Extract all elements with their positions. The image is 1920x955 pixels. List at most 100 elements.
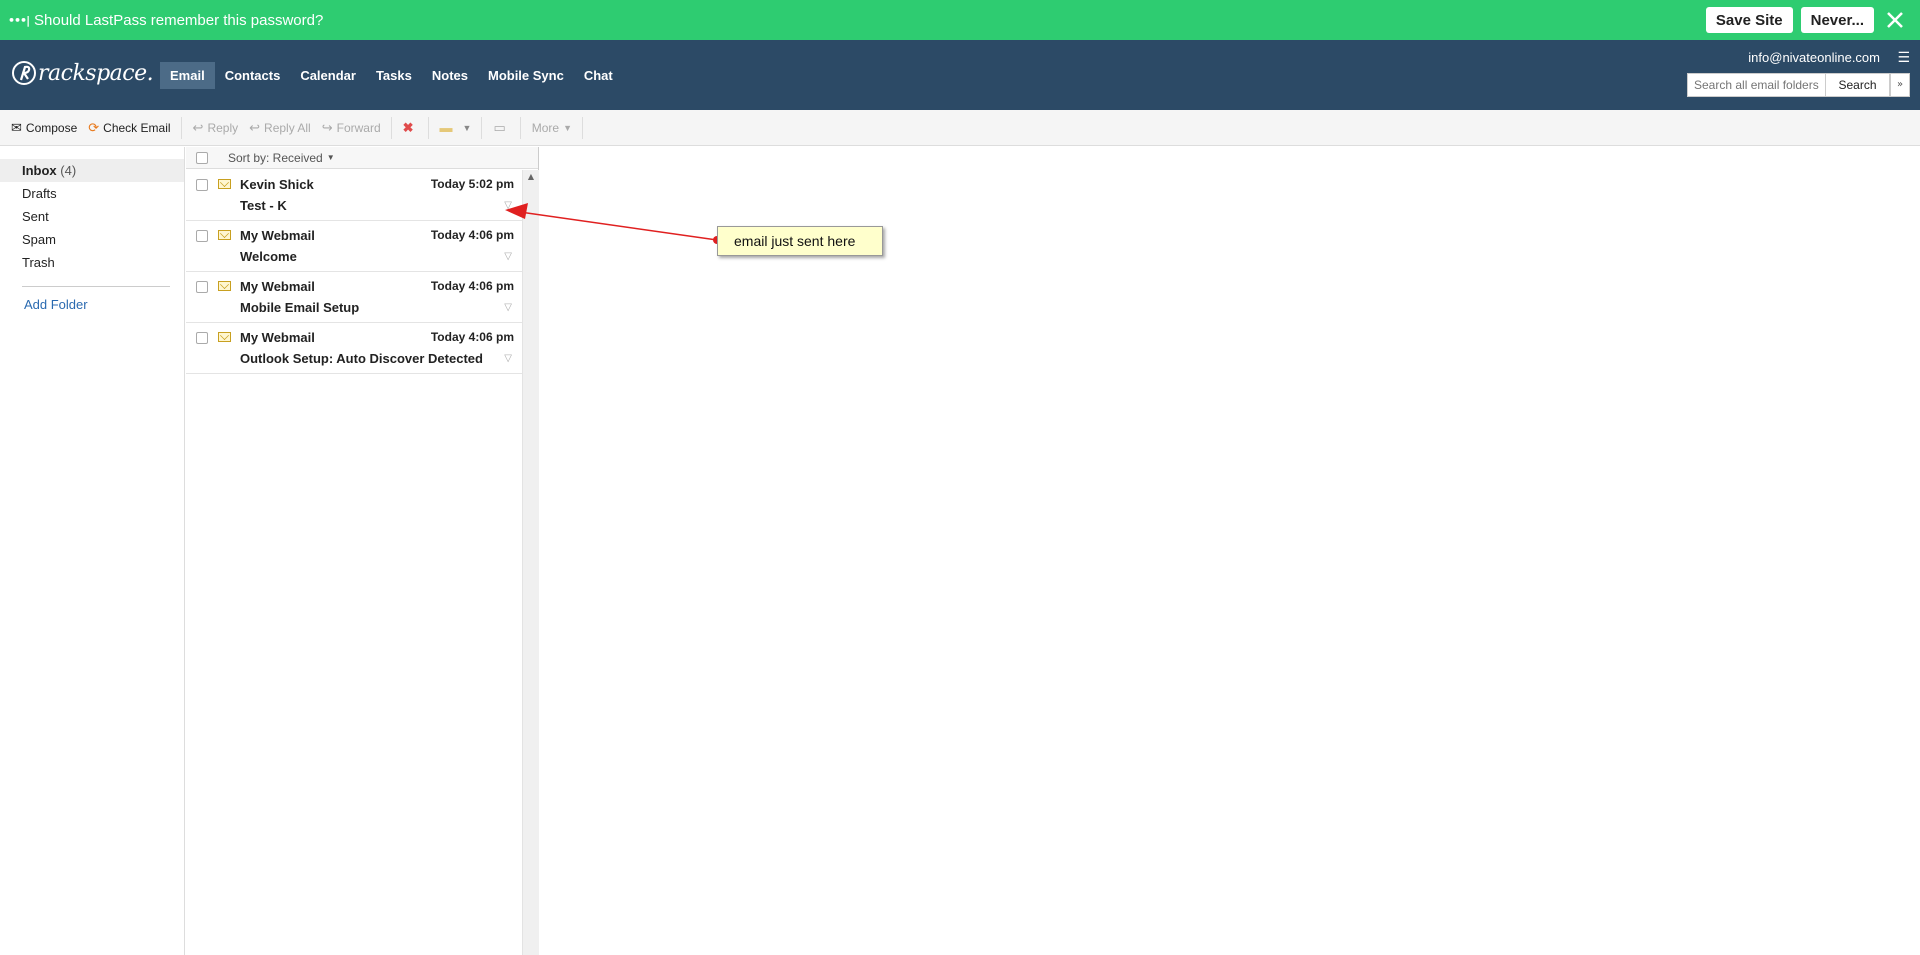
lastpass-prompt: Should LastPass remember this password?: [34, 11, 324, 29]
toolbar-divider: [519, 116, 521, 139]
message-checkbox[interactable]: [196, 281, 208, 293]
message-time: Today 5:02 pm: [430, 177, 514, 191]
folder-spam[interactable]: Spam: [0, 228, 184, 251]
envelope-icon: ✉: [11, 119, 22, 135]
reply-button[interactable]: ↩ Reply: [193, 120, 239, 136]
unread-envelope-icon: [218, 281, 231, 291]
list-header: Sort by: Received ▼: [186, 147, 538, 169]
search-button[interactable]: Search: [1825, 73, 1890, 97]
folder-label: Inbox: [22, 163, 57, 178]
message-subject: Test - K: [240, 198, 287, 213]
more-button[interactable]: More ▼: [532, 121, 572, 135]
compose-label: Compose: [25, 120, 78, 135]
refresh-icon: ⟳: [88, 119, 100, 135]
chevron-down-icon: ▼: [326, 153, 335, 162]
message-checkbox[interactable]: [196, 230, 208, 242]
chevron-down-icon: ▼: [462, 122, 472, 133]
print-icon: ▭: [493, 119, 506, 135]
search-options-chevron-icon[interactable]: »: [1890, 73, 1910, 97]
message-time: Today 4:06 pm: [430, 279, 514, 293]
more-label: More: [531, 120, 560, 135]
nav-chat[interactable]: Chat: [574, 62, 623, 89]
message-subject: Welcome: [240, 249, 297, 264]
reading-pane: [540, 147, 1920, 955]
unread-count: (4): [60, 163, 77, 178]
folder-icon: ▬: [439, 120, 453, 135]
scroll-up-arrow-icon[interactable]: ▲: [523, 172, 539, 181]
folder-inbox[interactable]: Inbox (4): [0, 159, 184, 182]
reply-label: Reply: [207, 120, 239, 135]
message-time: Today 4:06 pm: [430, 330, 514, 344]
rackspace-logo-icon: [12, 61, 36, 85]
flag-icon[interactable]: ▽: [504, 353, 512, 364]
main-nav: Email Contacts Calendar Tasks Notes Mobi…: [160, 62, 623, 89]
folder-trash[interactable]: Trash: [0, 251, 184, 274]
never-button[interactable]: Never...: [1800, 7, 1874, 33]
nav-notes[interactable]: Notes: [422, 62, 478, 89]
scrollbar[interactable]: ▲: [522, 170, 539, 955]
check-email-button[interactable]: ⟳ Check Email: [88, 120, 170, 136]
toolbar-divider: [427, 116, 429, 139]
logo-text: rackspace.: [38, 60, 154, 86]
annotation-note: email just sent here: [717, 226, 883, 256]
flag-icon[interactable]: ▽: [504, 251, 512, 262]
lastpass-dots-icon: •••|: [8, 13, 30, 27]
message-sender: My Webmail: [240, 330, 315, 345]
unread-envelope-icon: [218, 332, 231, 342]
move-to-folder-button[interactable]: ▬ ▼: [440, 120, 472, 135]
forward-label: Forward: [336, 120, 381, 135]
compose-button[interactable]: ✉ Compose: [11, 120, 77, 136]
toolbar-divider: [390, 116, 392, 139]
message-row[interactable]: My Webmail Today 4:06 pm Outlook Setup: …: [186, 323, 522, 374]
nav-contacts[interactable]: Contacts: [215, 62, 291, 89]
reply-icon: ↩: [192, 119, 204, 135]
menu-icon[interactable]: ☰: [1897, 50, 1910, 66]
nav-email[interactable]: Email: [160, 62, 215, 89]
flag-icon[interactable]: ▽: [504, 302, 512, 313]
message-row[interactable]: My Webmail Today 4:06 pm Mobile Email Se…: [186, 272, 522, 323]
forward-button[interactable]: ↪ Forward: [322, 120, 381, 136]
unread-envelope-icon: [218, 230, 231, 240]
message-row[interactable]: My Webmail Today 4:06 pm Welcome ▽: [186, 221, 522, 272]
check-email-label: Check Email: [103, 120, 171, 135]
message-time: Today 4:06 pm: [430, 228, 514, 242]
toolbar-divider: [180, 116, 182, 139]
forward-icon: ↪: [321, 119, 333, 135]
message-row[interactable]: Kevin Shick Today 5:02 pm Test - K ▽: [186, 170, 522, 221]
lastpass-bar: •••| Should LastPass remember this passw…: [0, 0, 1920, 40]
nav-calendar[interactable]: Calendar: [290, 62, 366, 89]
message-checkbox[interactable]: [196, 332, 208, 344]
message-subject: Outlook Setup: Auto Discover Detected: [240, 351, 483, 366]
toolbar-divider: [481, 116, 483, 139]
add-folder-link[interactable]: Add Folder: [0, 297, 184, 312]
nav-mobile-sync[interactable]: Mobile Sync: [478, 62, 574, 89]
reply-all-icon: ↩: [249, 119, 261, 135]
message-checkbox[interactable]: [196, 179, 208, 191]
message-list: Sort by: Received ▼ Kevin Shick Today 5:…: [186, 147, 539, 955]
select-all-checkbox[interactable]: [196, 151, 208, 164]
sort-label: Sort by: Received: [228, 150, 323, 165]
message-sender: My Webmail: [240, 279, 315, 294]
flag-icon[interactable]: ▽: [504, 200, 512, 211]
app-header: rackspace. Email Contacts Calendar Tasks…: [0, 40, 1920, 110]
rackspace-logo[interactable]: rackspace.: [12, 60, 154, 86]
message-subject: Mobile Email Setup: [240, 300, 360, 315]
message-sender: My Webmail: [240, 228, 315, 243]
unread-envelope-icon: [218, 179, 231, 189]
reply-all-label: Reply All: [264, 120, 311, 135]
folder-pane: Inbox (4) Drafts Sent Spam Trash Add Fol…: [0, 147, 185, 955]
save-site-button[interactable]: Save Site: [1705, 7, 1793, 33]
folder-sent[interactable]: Sent: [0, 205, 184, 228]
message-rows: Kevin Shick Today 5:02 pm Test - K ▽ My …: [186, 170, 539, 955]
delete-button[interactable]: ✖: [403, 120, 418, 136]
account-email[interactable]: info@nivateonline.com: [1748, 50, 1880, 65]
reply-all-button[interactable]: ↩ Reply All: [249, 120, 311, 136]
close-icon[interactable]: [1882, 7, 1908, 33]
nav-tasks[interactable]: Tasks: [366, 62, 422, 89]
print-button[interactable]: ▭: [493, 120, 509, 136]
delete-x-icon: ✖: [402, 119, 414, 135]
folder-divider: [22, 286, 170, 287]
sort-dropdown[interactable]: Sort by: Received ▼: [228, 151, 335, 165]
message-sender: Kevin Shick: [240, 177, 314, 192]
folder-drafts[interactable]: Drafts: [0, 182, 184, 205]
